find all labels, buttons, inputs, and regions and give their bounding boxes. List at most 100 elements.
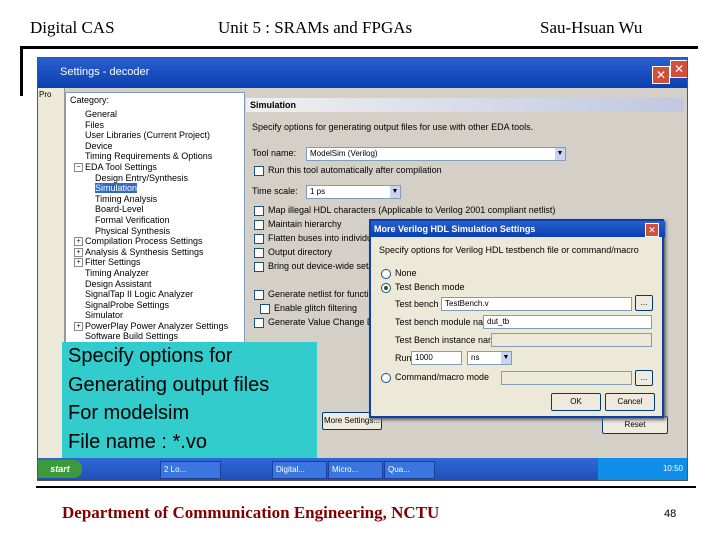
tree-expander-icon[interactable]: + (74, 237, 83, 247)
opt5-checkbox[interactable] (254, 262, 264, 272)
taskbar-item-3[interactable]: Micro... (328, 461, 383, 479)
category-item-label: Simulator (85, 310, 124, 321)
category-item[interactable]: Design Entry/Synthesis (70, 173, 228, 184)
category-item[interactable]: Simulation (70, 183, 228, 194)
opt7-checkbox[interactable] (260, 304, 270, 314)
category-item-label: Device (85, 140, 113, 151)
none-label: None (395, 268, 417, 278)
category-item-label: PowerPlay Power Analyzer Settings (85, 320, 229, 331)
annotation-callout: Specify options for Generating output fi… (62, 342, 317, 458)
command-radio[interactable] (381, 373, 391, 383)
windows-taskbar: start 2 Lo... Digital... Micro... Qua...… (38, 458, 687, 480)
header-rule-left (20, 46, 23, 96)
category-label: Category: (70, 95, 110, 105)
testbench-module-input[interactable]: dut_tb (483, 315, 652, 329)
tool-name-value: ModelSim (Verilog) (310, 149, 378, 158)
tree-expander-icon[interactable]: + (74, 258, 83, 268)
reset-button[interactable]: Reset (602, 416, 668, 434)
category-item[interactable]: + Fitter Settings (70, 257, 228, 268)
category-item-label: Files (85, 119, 105, 130)
opt4-checkbox[interactable] (254, 248, 264, 258)
opt1-checkbox[interactable] (254, 206, 264, 216)
run-for-input[interactable]: 1000 (411, 351, 462, 365)
category-item[interactable]: Design Assistant (70, 279, 228, 290)
testbench-label: Test Bench mode (395, 282, 465, 292)
chevron-down-icon: ▼ (555, 148, 565, 160)
category-item[interactable]: Timing Analyzer (70, 268, 228, 279)
category-item[interactable]: − EDA Tool Settings (70, 162, 228, 173)
timescale-value: 1 ps (310, 187, 326, 196)
run-after-checkbox[interactable] (254, 166, 264, 176)
testbench-file-input[interactable]: TestBench.v (441, 297, 632, 311)
ok-button[interactable]: OK (551, 393, 601, 411)
category-item-label: User Libraries (Current Project) (85, 130, 211, 141)
taskbar-item-1[interactable]: 2 Lo... (160, 461, 221, 479)
category-item-label: Board-Level (95, 204, 144, 215)
strip-label: Pro (39, 90, 52, 99)
timescale-select[interactable]: 1 ps ▼ (306, 185, 401, 199)
callout-line-4: File name : *.vo (68, 430, 207, 453)
none-radio[interactable] (381, 269, 391, 279)
window-close-icon[interactable]: ✕ (652, 66, 670, 84)
header-rule (20, 46, 698, 49)
category-item[interactable]: SignalTap II Logic Analyzer (70, 289, 228, 300)
category-item-label: Design Assistant (85, 278, 152, 289)
footer-rule (36, 486, 696, 488)
category-item-label: SignalProbe Settings (85, 299, 170, 310)
callout-line-3: For modelsim (68, 402, 190, 424)
taskbar-item-2[interactable]: Digital... (272, 461, 327, 479)
tool-name-select[interactable]: ModelSim (Verilog) ▼ (306, 147, 566, 161)
background-window-strip: Pro (38, 88, 65, 458)
opt1-label: Map illegal HDL characters (Applicable t… (268, 205, 556, 215)
command-input[interactable] (501, 371, 632, 385)
testbench-instance-input[interactable] (491, 333, 652, 347)
run-for-unit-select[interactable]: ns ▼ (467, 351, 512, 365)
opt6-checkbox[interactable] (254, 290, 264, 300)
category-item-label: Timing Analyzer (85, 267, 149, 278)
category-item[interactable]: + Analysis & Synthesis Settings (70, 247, 228, 258)
category-item[interactable]: Simulator (70, 310, 228, 321)
opt3-checkbox[interactable] (254, 234, 264, 244)
opt8-checkbox[interactable] (254, 318, 264, 328)
run-for-unit-value: ns (471, 353, 480, 362)
category-item[interactable]: Formal Verification (70, 215, 228, 226)
category-item-label: SignalTap II Logic Analyzer (85, 289, 194, 300)
category-item-label: Formal Verification (95, 214, 170, 225)
category-item[interactable]: Physical Synthesis (70, 226, 228, 237)
category-item[interactable]: SignalProbe Settings (70, 300, 228, 311)
window-title: Settings - decoder (60, 66, 150, 78)
category-item[interactable]: Timing Requirements & Options (70, 151, 228, 162)
category-item[interactable]: User Libraries (Current Project) (70, 130, 228, 141)
testbench-radio[interactable] (381, 283, 391, 293)
category-item[interactable]: Board-Level (70, 204, 228, 215)
category-item[interactable]: General (70, 109, 228, 120)
command-browse-button[interactable]: ... (635, 370, 653, 386)
category-item-label: Software Build Settings (85, 331, 179, 342)
tree-expander-icon[interactable]: + (74, 247, 83, 257)
category-item-label: Timing Requirements & Options (85, 151, 213, 162)
category-item-label: Analysis & Synthesis Settings (85, 246, 204, 257)
slide-footer: Department of Communication Engineering,… (62, 503, 440, 522)
category-item[interactable]: + PowerPlay Power Analyzer Settings (70, 321, 228, 332)
slide-center-title: Unit 5 : SRAMs and FPGAs (218, 18, 413, 37)
category-item[interactable]: + Compilation Process Settings (70, 236, 228, 247)
testbench-browse-button[interactable]: ... (635, 295, 653, 311)
opt2-checkbox[interactable] (254, 220, 264, 230)
category-item-label: Physical Synthesis (95, 225, 171, 236)
tree-expander-icon[interactable]: − (74, 163, 83, 173)
category-item[interactable]: Timing Analysis (70, 194, 228, 205)
taskbar-item-4[interactable]: Qua... (384, 461, 435, 479)
cancel-button[interactable]: Cancel (605, 393, 655, 411)
system-tray-clock: 10:50 (598, 458, 687, 480)
outer-close-icon[interactable]: ✕ (670, 60, 687, 78)
dialog-description: Specify options for Verilog HDL testbenc… (379, 245, 639, 255)
category-item-label: Design Entry/Synthesis (95, 172, 189, 183)
category-item[interactable]: Software Build Settings (70, 331, 228, 342)
start-button[interactable]: start (38, 460, 82, 478)
category-item[interactable]: Device (70, 141, 228, 152)
slide-left-title: Digital CAS (30, 18, 115, 37)
dialog-close-icon[interactable]: ✕ (645, 223, 659, 237)
tree-expander-icon[interactable]: + (74, 322, 83, 331)
category-item[interactable]: Files (70, 120, 228, 131)
callout-line-1: Specify options for (68, 345, 233, 367)
